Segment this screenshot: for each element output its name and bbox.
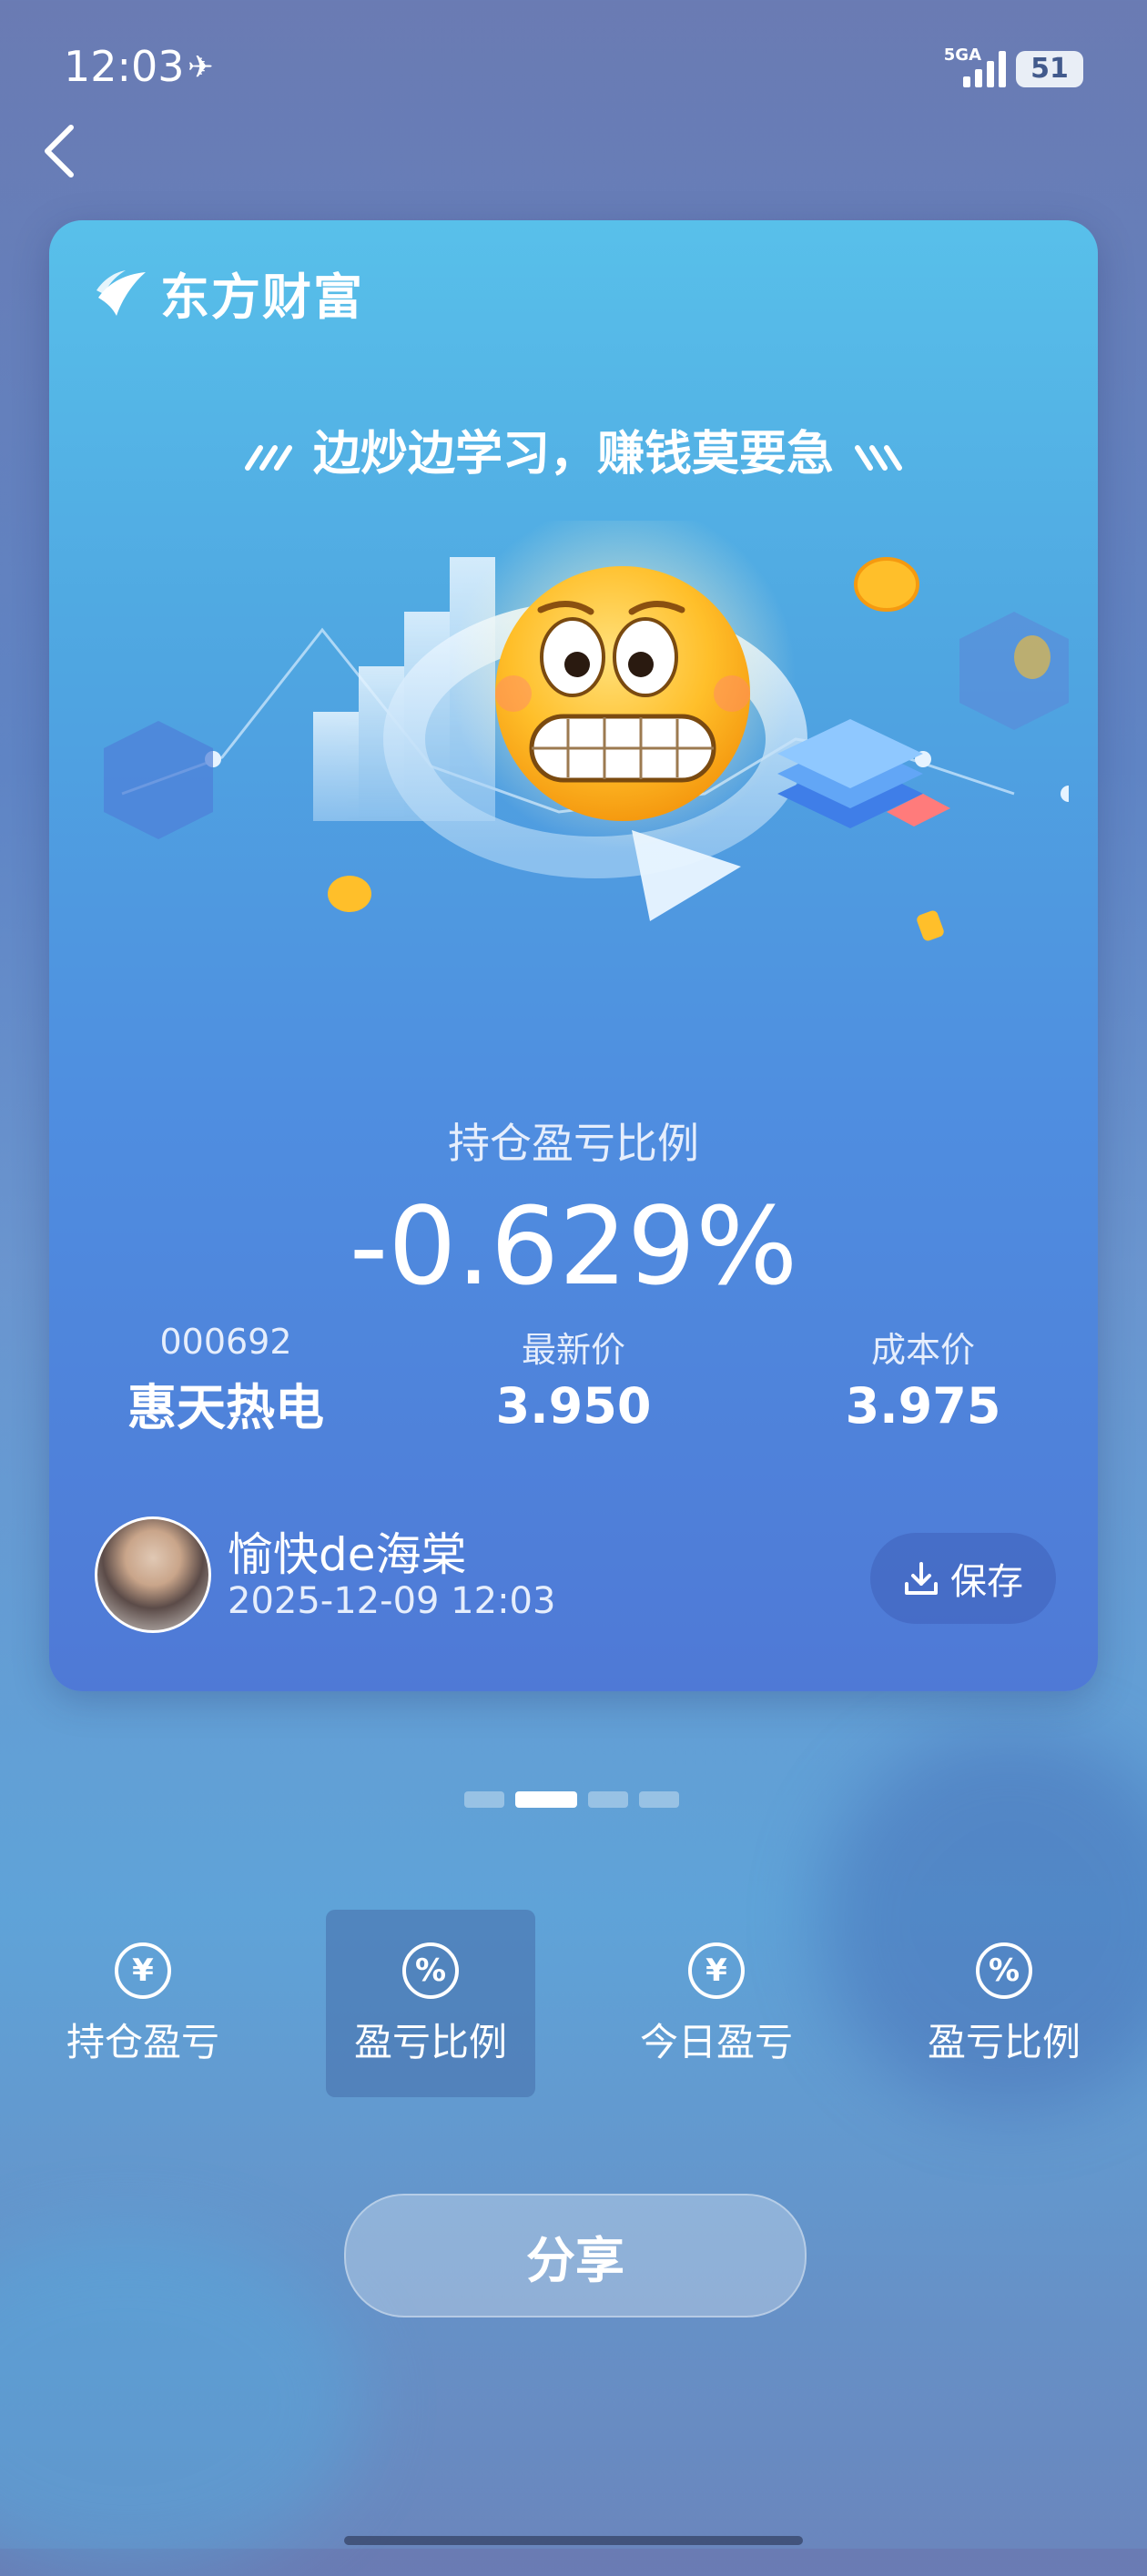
stock-code: 000692 (159, 1322, 292, 1362)
save-label: 保存 (950, 1561, 1023, 1603)
slogan-text: 边炒边学习，赚钱莫要急 (312, 427, 834, 482)
brand-name: 东方财富 (160, 268, 364, 326)
background-blob (0, 2230, 364, 2576)
home-indicator[interactable] (344, 2536, 803, 2545)
tab-pnl-ratio[interactable]: % 盈亏比例 (326, 1910, 535, 2097)
latest-price-label: 最新价 (521, 1330, 625, 1370)
back-icon[interactable] (36, 115, 91, 188)
share-datetime: 2025-12-09 12:03 (228, 1580, 556, 1622)
tab-label: 盈亏比例 (353, 2020, 507, 2064)
stock-info: 000692 惠天热电 (71, 1322, 381, 1439)
share-card: 东方财富 边炒边学习，赚钱莫要急 持仓盈亏比例 -0.629% 000692 惠… (49, 220, 1098, 1691)
percent-circle-icon: % (976, 1942, 1032, 1999)
cost-price-label: 成本价 (870, 1330, 975, 1370)
slash-decoration-icon (855, 445, 903, 471)
template-tabs: ¥ 持仓盈亏 % 盈亏比例 ¥ 今日盈亏 % 盈亏比例 (0, 1910, 1147, 2097)
pager-dot[interactable] (639, 1791, 679, 1808)
latest-price-info: 最新价 3.950 (419, 1322, 728, 1435)
pager-dot[interactable] (464, 1791, 504, 1808)
save-button[interactable]: 保存 (870, 1533, 1056, 1624)
yen-circle-icon: ¥ (115, 1942, 171, 1999)
cost-price-info: 成本价 3.975 (768, 1322, 1078, 1435)
app-notification-icon: ✈ (188, 49, 214, 86)
yen-circle-icon: ¥ (688, 1942, 745, 1999)
tab-label: 盈亏比例 (927, 2020, 1081, 2064)
avatar (95, 1516, 211, 1633)
stock-name: 惠天热电 (127, 1379, 324, 1436)
pager-dot-active[interactable] (515, 1791, 577, 1808)
signal-icon (963, 51, 1006, 87)
cost-price-value: 3.975 (845, 1377, 1001, 1435)
tab-pnl-ratio-2[interactable]: % 盈亏比例 (899, 1910, 1109, 2097)
card-pager (464, 1791, 679, 1808)
slogan: 边炒边学习，赚钱莫要急 (49, 415, 1098, 483)
share-button[interactable]: 分享 (344, 2194, 807, 2317)
percent-circle-icon: % (402, 1942, 459, 1999)
status-time: 12:03 (64, 42, 185, 91)
latest-price-value: 3.950 (495, 1377, 652, 1435)
metric-value: -0.629% (349, 1183, 798, 1309)
username: 愉快de海棠 (228, 1528, 467, 1581)
status-bar: 12:03 ✈ 5GA 51 (0, 0, 1147, 100)
tab-today-pnl[interactable]: ¥ 今日盈亏 (612, 1910, 821, 2097)
tab-label: 持仓盈亏 (66, 2020, 219, 2064)
metric-label: 持仓盈亏比例 (448, 1119, 699, 1168)
brand-logo: 东方财富 (91, 260, 364, 326)
pager-dot[interactable] (588, 1791, 628, 1808)
grimace-emoji-illustration (104, 521, 1069, 941)
tab-position-pnl[interactable]: ¥ 持仓盈亏 (38, 1910, 248, 2097)
brand-mark-icon (96, 270, 146, 316)
tab-label: 今日盈亏 (639, 2020, 793, 2064)
download-icon (905, 1562, 938, 1595)
battery-icon: 51 (1016, 51, 1083, 87)
slash-decoration-icon (244, 445, 292, 471)
